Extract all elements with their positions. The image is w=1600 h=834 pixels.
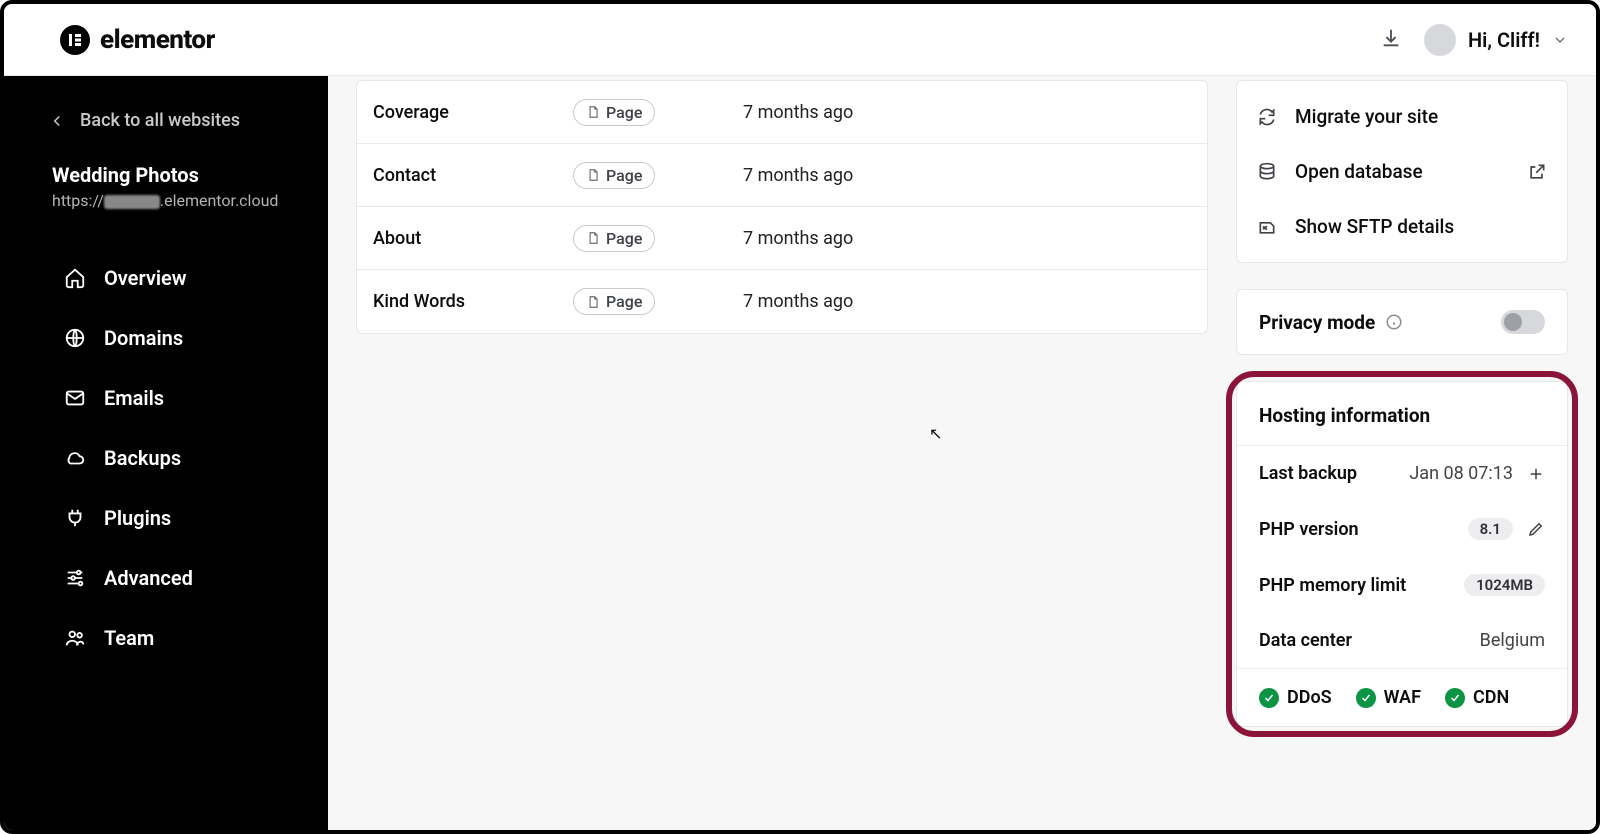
- hosting-row-php-memory: PHP memory limit 1024MB: [1237, 557, 1567, 613]
- privacy-mode-toggle[interactable]: [1501, 310, 1545, 334]
- info-icon[interactable]: [1385, 313, 1403, 331]
- pencil-icon[interactable]: [1527, 520, 1545, 538]
- elementor-logo-icon: [60, 25, 90, 55]
- privacy-mode-card: Privacy mode: [1236, 289, 1568, 355]
- sidebar-item-emails[interactable]: Emails: [4, 368, 328, 428]
- sidebar-nav: Overview Domains Emails Backups Plugins: [4, 248, 328, 668]
- hosting-row-last-backup: Last backup Jan 08 07:13: [1237, 446, 1567, 501]
- migrate-icon: [1257, 107, 1277, 127]
- php-version-value: 8.1: [1468, 518, 1513, 540]
- sftp-icon: [1257, 217, 1277, 237]
- table-row[interactable]: Coverage Page 7 months ago: [357, 81, 1207, 144]
- page-icon: [586, 105, 600, 119]
- database-icon: [1257, 162, 1277, 182]
- plus-icon[interactable]: [1527, 465, 1545, 483]
- migrate-site-link[interactable]: Migrate your site: [1237, 89, 1567, 144]
- page-date: 7 months ago: [743, 165, 1191, 186]
- page-name: Contact: [373, 165, 573, 186]
- home-icon: [64, 267, 86, 289]
- check-icon: [1356, 688, 1376, 708]
- mouse-cursor: ↖: [929, 424, 942, 443]
- sidebar-item-domains[interactable]: Domains: [4, 308, 328, 368]
- greeting-text: Hi, Cliff!: [1468, 28, 1540, 52]
- security-cdn: CDN: [1445, 687, 1509, 708]
- plug-icon: [64, 507, 86, 529]
- site-url: https://.elementor.cloud: [4, 187, 328, 210]
- sliders-icon: [64, 567, 86, 589]
- back-label: Back to all websites: [80, 110, 240, 131]
- sidebar-item-advanced[interactable]: Advanced: [4, 548, 328, 608]
- tools-card: Migrate your site Open database Show SFT…: [1236, 80, 1568, 263]
- brand-logo[interactable]: elementor: [60, 25, 215, 55]
- page-name: Coverage: [373, 102, 573, 123]
- datacenter-value: Belgium: [1480, 630, 1545, 651]
- hosting-row-datacenter: Data center Belgium: [1237, 613, 1567, 668]
- chevron-down-icon: [1552, 32, 1568, 48]
- check-icon: [1445, 688, 1465, 708]
- team-icon: [64, 627, 86, 649]
- page-type-badge: Page: [573, 225, 655, 252]
- sidebar-item-backups[interactable]: Backups: [4, 428, 328, 488]
- sidebar-item-overview[interactable]: Overview: [4, 248, 328, 308]
- download-icon[interactable]: [1380, 27, 1402, 53]
- table-row[interactable]: About Page 7 months ago: [357, 207, 1207, 270]
- arrow-left-icon: [48, 112, 66, 130]
- security-ddos: DDoS: [1259, 687, 1332, 708]
- user-menu[interactable]: Hi, Cliff!: [1424, 24, 1568, 56]
- page-date: 7 months ago: [743, 102, 1191, 123]
- php-memory-value: 1024MB: [1464, 574, 1545, 596]
- back-to-websites-link[interactable]: Back to all websites: [4, 100, 328, 153]
- page-type-badge: Page: [573, 99, 655, 126]
- page-type-badge: Page: [573, 162, 655, 189]
- main-content: Coverage Page 7 months ago Contact: [328, 76, 1236, 830]
- hosting-security-row: DDoS WAF CDN: [1237, 668, 1567, 716]
- app-header: elementor Hi, Cliff!: [4, 4, 1596, 76]
- privacy-mode-label: Privacy mode: [1259, 311, 1375, 334]
- table-row[interactable]: Kind Words Page 7 months ago: [357, 270, 1207, 333]
- redacted-subdomain: [104, 195, 160, 209]
- page-name: About: [373, 228, 573, 249]
- hosting-information-section: Hosting information Last backup Jan 08 0…: [1236, 381, 1568, 727]
- sidebar-item-plugins[interactable]: Plugins: [4, 488, 328, 548]
- sidebar-item-team[interactable]: Team: [4, 608, 328, 668]
- page-date: 7 months ago: [743, 228, 1191, 249]
- page-name: Kind Words: [373, 291, 573, 312]
- globe-icon: [64, 327, 86, 349]
- page-icon: [586, 168, 600, 182]
- page-type-badge: Page: [573, 288, 655, 315]
- right-column: Migrate your site Open database Show SFT…: [1236, 76, 1596, 830]
- site-name: Wedding Photos: [4, 153, 328, 187]
- page-icon: [586, 295, 600, 309]
- last-backup-value: Jan 08 07:13: [1409, 463, 1513, 484]
- page-icon: [586, 231, 600, 245]
- table-row[interactable]: Contact Page 7 months ago: [357, 144, 1207, 207]
- open-database-link[interactable]: Open database: [1237, 144, 1567, 199]
- cloud-icon: [64, 447, 86, 469]
- hosting-row-php-version: PHP version 8.1: [1237, 501, 1567, 557]
- page-date: 7 months ago: [743, 291, 1191, 312]
- avatar: [1424, 24, 1456, 56]
- security-waf: WAF: [1356, 687, 1421, 708]
- check-icon: [1259, 688, 1279, 708]
- show-sftp-link[interactable]: Show SFTP details: [1237, 199, 1567, 254]
- brand-name: elementor: [100, 25, 215, 55]
- hosting-info-heading: Hosting information: [1237, 382, 1567, 446]
- pages-list-card: Coverage Page 7 months ago Contact: [356, 80, 1208, 334]
- external-link-icon: [1527, 162, 1547, 182]
- mail-icon: [64, 387, 86, 409]
- sidebar: Back to all websites Wedding Photos http…: [4, 76, 328, 830]
